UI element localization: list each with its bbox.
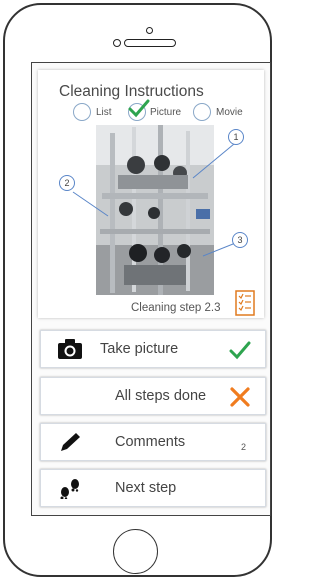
next-step-label: Next step <box>115 480 177 496</box>
pen-icon <box>61 433 80 451</box>
all-steps-done-label: All steps done <box>115 388 207 404</box>
checklist-icon[interactable] <box>235 290 255 316</box>
take-picture-label: Take picture <box>100 341 179 357</box>
comments-button[interactable]: Comments 2 <box>40 423 266 461</box>
check-icon <box>229 341 251 360</box>
instructions-card: Cleaning Instructions List Picture Movie <box>38 70 264 318</box>
callout-2[interactable]: 2 <box>59 175 75 191</box>
take-picture-button[interactable]: Take picture <box>40 330 266 368</box>
comments-label: Comments <box>115 434 186 450</box>
app-screen: Cleaning Instructions List Picture Movie <box>31 62 271 516</box>
callout-3[interactable]: 3 <box>232 232 248 248</box>
callout-1[interactable]: 1 <box>228 129 244 145</box>
all-steps-done-button[interactable]: All steps done <box>40 377 266 415</box>
cleaning-step-label: Cleaning step 2.3 <box>131 302 221 314</box>
front-camera <box>146 27 153 34</box>
home-button[interactable] <box>113 529 158 574</box>
camera-icon <box>58 339 82 359</box>
next-step-button[interactable]: Next step <box>40 469 266 507</box>
proximity-sensor <box>113 39 121 47</box>
comments-count: 2 <box>241 442 247 452</box>
footsteps-icon <box>60 479 79 499</box>
cross-icon <box>230 387 250 407</box>
earpiece-speaker <box>124 39 176 47</box>
